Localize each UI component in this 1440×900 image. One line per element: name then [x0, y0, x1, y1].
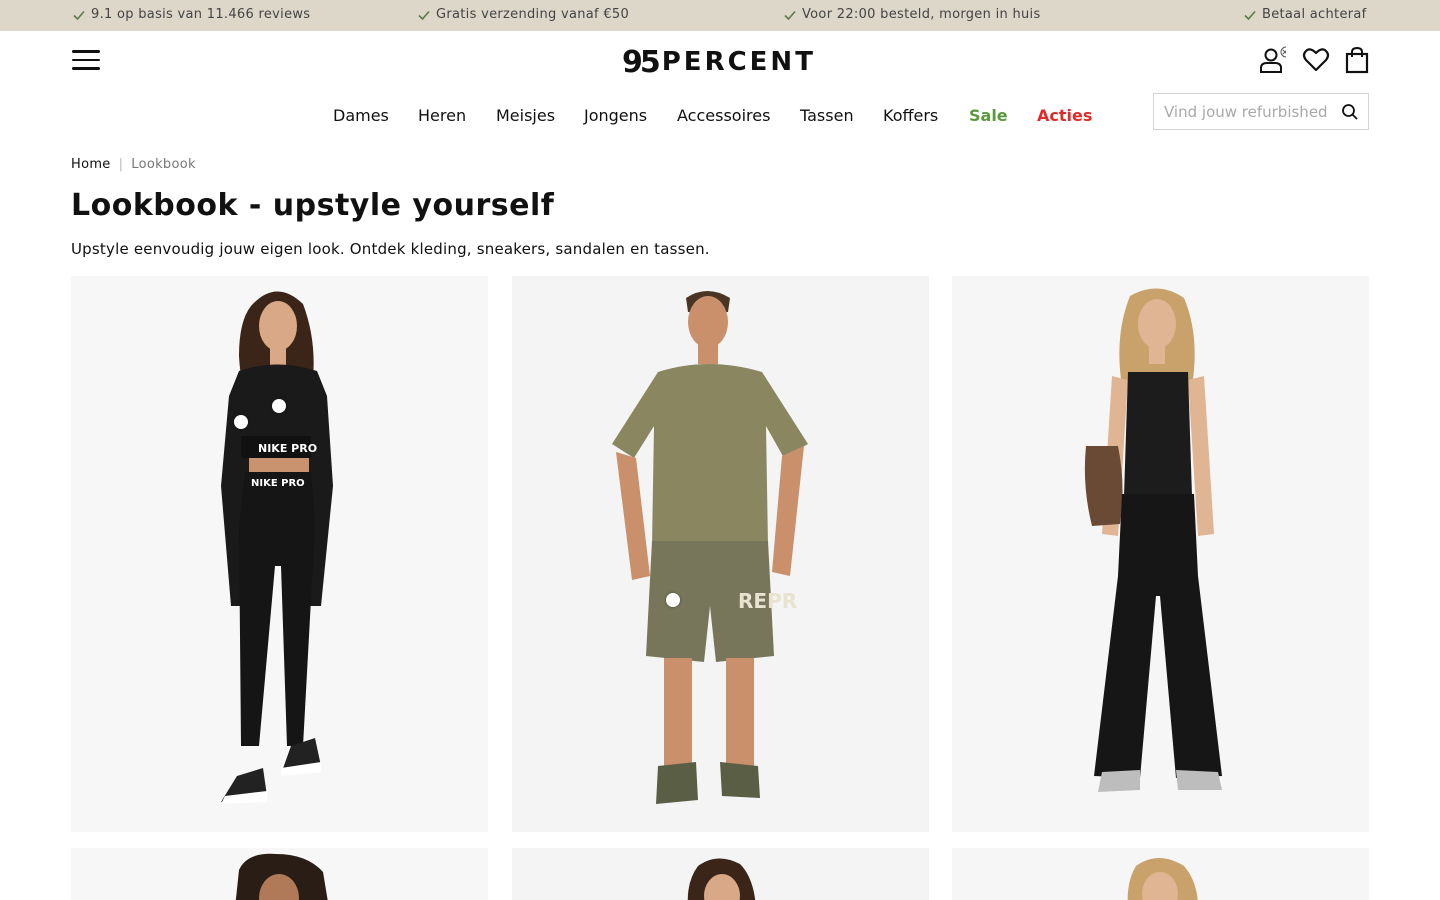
lookbook-model-image: NIKE PRO NIKE PRO — [71, 276, 488, 832]
logo-mark: 95 — [622, 44, 661, 80]
usp-text: 9.1 op basis van 11.466 reviews — [91, 7, 311, 22]
usp-shipping: Gratis verzending vanaf €50 — [417, 7, 629, 22]
nav-item-dames[interactable]: Dames — [333, 106, 389, 125]
nav-item-sale[interactable]: Sale — [969, 106, 1008, 125]
lookbook-model-image — [952, 276, 1369, 832]
search-icon[interactable] — [1341, 103, 1359, 121]
usp-text: Betaal achteraf — [1262, 7, 1367, 22]
usp-text: Voor 22:00 besteld, morgen in huis — [802, 7, 1041, 22]
lookbook-card[interactable] — [71, 848, 488, 900]
product-hotspot[interactable] — [234, 415, 248, 429]
search-input[interactable] — [1164, 94, 1342, 129]
lookbook-card[interactable] — [952, 276, 1369, 832]
product-hotspot[interactable] — [666, 593, 680, 607]
nav-item-meisjes[interactable]: Meisjes — [496, 106, 555, 125]
breadcrumb-separator: | — [118, 157, 124, 172]
lookbook-card[interactable] — [512, 848, 929, 900]
repr-shorts-text: REPR — [738, 589, 797, 613]
nike-pro-band-text: NIKE PRO — [258, 442, 317, 455]
wishlist-heart-icon[interactable] — [1302, 46, 1330, 74]
usp-delivery: Voor 22:00 besteld, morgen in huis — [783, 7, 1041, 22]
check-icon — [73, 10, 85, 20]
logo[interactable]: 95 PERCENT — [622, 44, 816, 80]
nav-item-jongens[interactable]: Jongens — [584, 106, 647, 125]
check-icon — [784, 10, 796, 20]
lookbook-card[interactable]: REPR — [512, 276, 929, 832]
lookbook-model-image: REPR — [512, 276, 929, 832]
lookbook-card[interactable]: NIKE PRO NIKE PRO — [71, 276, 488, 832]
breadcrumb-current: Lookbook — [131, 157, 196, 172]
menu-icon[interactable] — [72, 50, 100, 74]
check-icon — [418, 10, 430, 20]
page-intro: Upstyle eenvoudig jouw eigen look. Ontde… — [71, 240, 710, 258]
lookbook-model-image — [512, 848, 929, 900]
usp-reviews: 9.1 op basis van 11.466 reviews — [72, 7, 310, 22]
usp-text: Gratis verzending vanaf €50 — [436, 7, 630, 22]
nav-item-accessoires[interactable]: Accessoires — [677, 106, 770, 125]
page-title: Lookbook - upstyle yourself — [71, 188, 555, 223]
usp-pay-later: Betaal achteraf — [1243, 7, 1367, 22]
nav-item-heren[interactable]: Heren — [418, 106, 466, 125]
check-icon — [1244, 10, 1256, 20]
logo-wordmark: PERCENT — [661, 47, 816, 77]
breadcrumb: Home | Lookbook — [71, 157, 196, 172]
lookbook-model-image — [71, 848, 488, 900]
nav-item-tassen[interactable]: Tassen — [800, 106, 854, 125]
nav-item-koffers[interactable]: Koffers — [883, 106, 938, 125]
account-icon[interactable] — [1258, 46, 1286, 74]
shopping-bag-icon[interactable] — [1343, 46, 1371, 74]
lookbook-card[interactable] — [952, 848, 1369, 900]
lookbook-model-image — [952, 848, 1369, 900]
nike-pro-waistband-text: NIKE PRO — [251, 478, 305, 489]
product-hotspot[interactable] — [272, 399, 286, 413]
search-box — [1153, 93, 1369, 130]
nav-item-acties[interactable]: Acties — [1037, 106, 1092, 125]
usp-bar: 9.1 op basis van 11.466 reviews Gratis v… — [0, 0, 1440, 31]
breadcrumb-home[interactable]: Home — [71, 157, 111, 172]
